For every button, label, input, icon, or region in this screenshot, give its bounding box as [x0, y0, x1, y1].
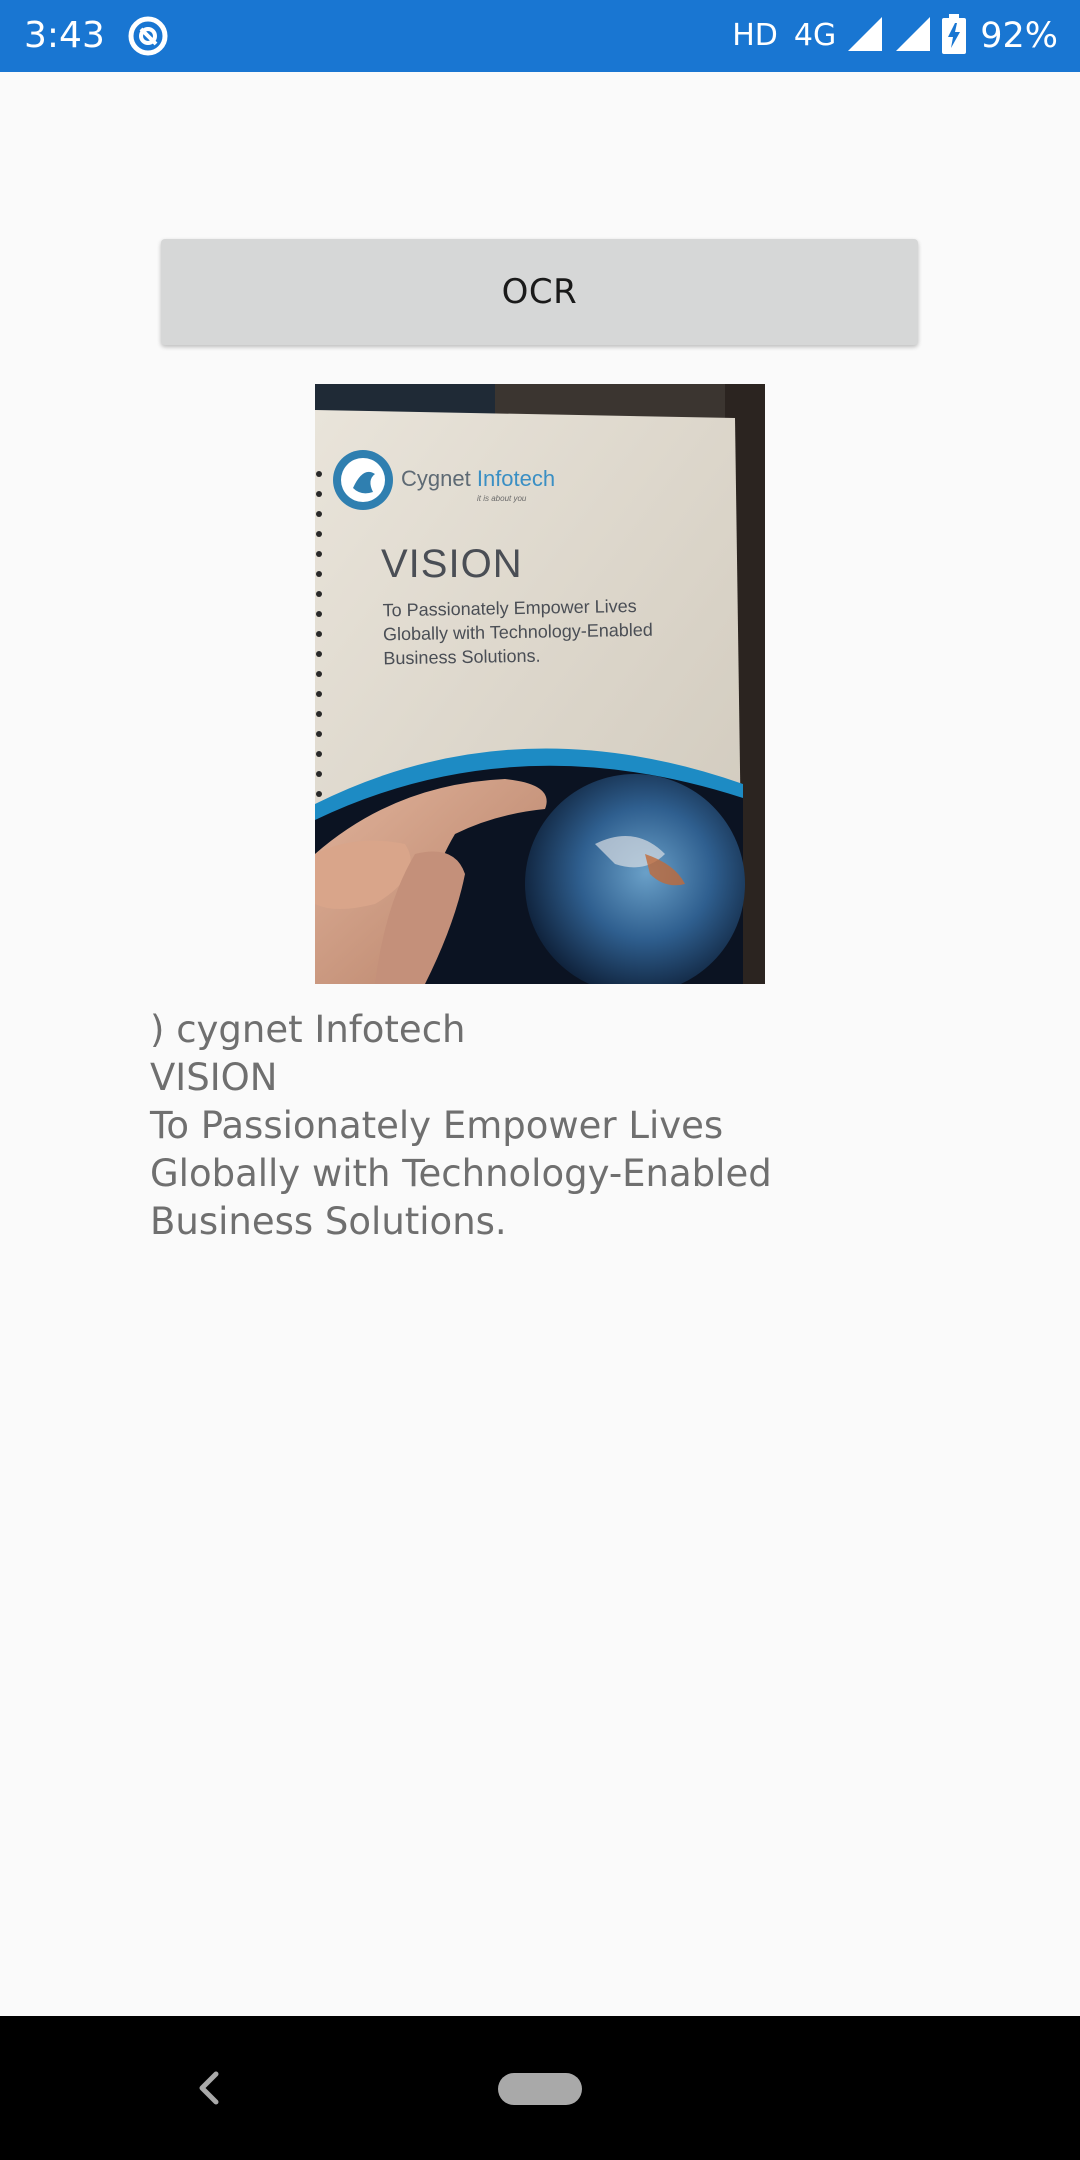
photo-line-3: Business Solutions.: [383, 645, 541, 669]
status-time: 3:43: [24, 15, 105, 56]
app-screen: 3:43 HD 4G 92% OCR Cygnet Infotech it is…: [0, 0, 1080, 2160]
photo-brand: Cygnet Infotech: [401, 466, 555, 492]
photo-brand-name: Cygnet: [401, 466, 471, 491]
battery-charging-icon: [942, 14, 967, 58]
hd-indicator: HD: [732, 18, 778, 53]
signal-icon-2: [894, 15, 932, 57]
photo-body: To Passionately Empower Lives Globally w…: [382, 594, 653, 671]
ocr-result-line-2: VISION: [150, 1056, 278, 1099]
app-notification-icon: [126, 14, 170, 58]
battery-percent: 92%: [980, 16, 1058, 56]
network-type-indicator: 4G: [793, 18, 837, 53]
ocr-result-text: ) cygnet Infotech VISION To Passionately…: [150, 1006, 1010, 1246]
photo-tagline: it is about you: [477, 494, 527, 503]
ocr-result-line-4: Globally with Technology-Enabled: [150, 1152, 772, 1195]
captured-photo: Cygnet Infotech it is about you VISION T…: [315, 384, 765, 984]
signal-icon: [846, 15, 884, 57]
ocr-result-line-3: To Passionately Empower Lives: [150, 1104, 724, 1147]
photo-line-2: Globally with Technology-Enabled: [382, 619, 653, 645]
home-pill-icon[interactable]: [498, 2073, 582, 2105]
status-bar: 3:43 HD 4G 92%: [0, 0, 1080, 72]
status-indicators: HD 4G 92%: [732, 14, 1058, 58]
photo-heading: VISION: [381, 542, 523, 586]
navigation-bar: [0, 2016, 1080, 2160]
ocr-button[interactable]: OCR: [161, 239, 918, 345]
photo-brand-accent: Infotech: [476, 466, 556, 491]
ocr-result-line-5: Business Solutions.: [150, 1200, 507, 1243]
ocr-result-line-1: ) cygnet Infotech: [150, 1008, 466, 1051]
back-chevron-icon[interactable]: [190, 2066, 230, 2110]
